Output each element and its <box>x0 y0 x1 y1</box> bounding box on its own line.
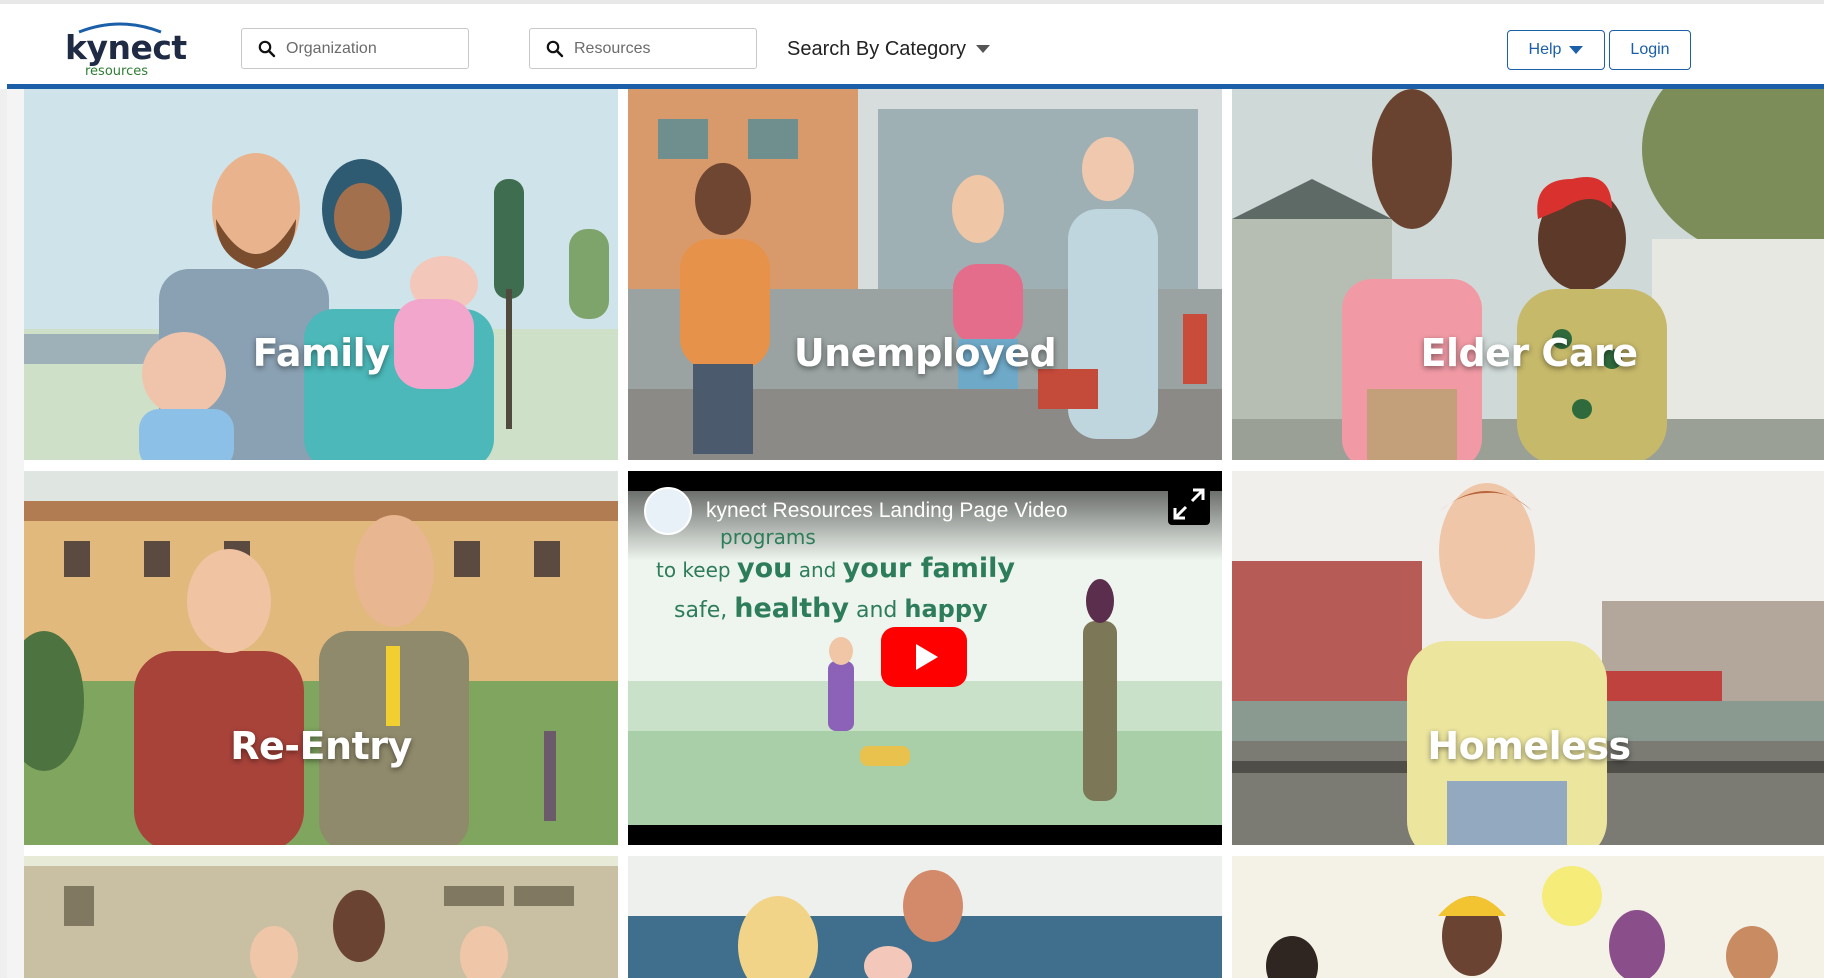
tile-label: Homeless <box>1427 724 1631 768</box>
play-icon <box>915 644 938 670</box>
category-tile-elder-care[interactable]: Elder Care <box>1232 89 1824 460</box>
tile-label: Unemployed <box>793 331 1057 375</box>
channel-avatar-icon[interactable] <box>644 487 692 535</box>
login-label: Login <box>1630 41 1670 58</box>
caret-down-icon <box>975 45 990 53</box>
category-tile-homeless[interactable]: Homeless <box>1232 471 1824 845</box>
category-tile-row3-2[interactable] <box>628 856 1222 978</box>
tile-label: Family <box>252 331 390 375</box>
help-button[interactable]: Help <box>1507 30 1605 70</box>
caption-word-bold: happy <box>904 595 988 623</box>
site-header: kynect resources Search By Category Help… <box>7 4 1824 84</box>
caption-word: and <box>792 558 843 582</box>
video-caption-line-2: to keep you and your family <box>656 553 1015 584</box>
resources-search-box[interactable] <box>529 28 757 69</box>
category-tile-family[interactable]: Family <box>24 89 618 460</box>
search-icon <box>258 40 276 57</box>
logo-subtitle: resources <box>85 64 149 79</box>
workers-illustration <box>1232 856 1824 978</box>
logo-wordmark: kynect <box>65 28 187 67</box>
login-button[interactable]: Login <box>1609 30 1691 70</box>
parent-child-illustration <box>628 856 1222 978</box>
caption-word: safe, <box>674 598 735 623</box>
organization-search-box[interactable] <box>241 28 469 69</box>
caret-down-icon <box>1569 46 1584 54</box>
video-caption-line-1: programs <box>720 525 816 549</box>
caption-word: to keep <box>656 558 737 582</box>
organization-search-input[interactable] <box>286 39 446 58</box>
landing-page-video[interactable]: kynect Resources Landing Page Video prog… <box>628 471 1222 845</box>
tile-label: Re-Entry <box>230 724 412 768</box>
video-title[interactable]: kynect Resources Landing Page Video <box>706 499 1068 523</box>
category-tile-re-entry[interactable]: Re-Entry <box>24 471 618 845</box>
elder-care-illustration <box>1232 89 1824 460</box>
caption-word-bold: you <box>736 553 793 584</box>
homeless-illustration <box>1232 471 1824 845</box>
resources-search-input[interactable] <box>574 39 734 58</box>
video-caption-line-3: safe, healthy and happy <box>674 593 988 624</box>
caption-word-bold: healthy <box>734 593 849 624</box>
category-label: Search By Category <box>787 37 966 60</box>
unemployed-illustration <box>628 89 1222 460</box>
tile-label: Elder Care <box>1420 331 1638 375</box>
left-gutter <box>7 89 24 978</box>
category-tile-row3-3[interactable] <box>1232 856 1824 978</box>
category-tile-unemployed[interactable]: Unemployed <box>628 89 1222 460</box>
play-button[interactable] <box>881 627 967 687</box>
left-rail <box>0 89 7 978</box>
caption-word: and <box>848 598 905 623</box>
help-label: Help <box>1528 41 1562 58</box>
search-icon <box>546 40 564 57</box>
category-tile-row3-1[interactable] <box>24 856 618 978</box>
fullscreen-icon[interactable] <box>1168 483 1210 525</box>
kynect-logo[interactable]: kynect resources <box>63 20 187 79</box>
caption-word-bold: your family <box>842 553 1015 584</box>
family-illustration <box>24 89 618 460</box>
search-by-category-dropdown[interactable]: Search By Category <box>787 34 990 64</box>
apartment-illustration <box>24 856 618 978</box>
re-entry-illustration <box>24 471 618 845</box>
